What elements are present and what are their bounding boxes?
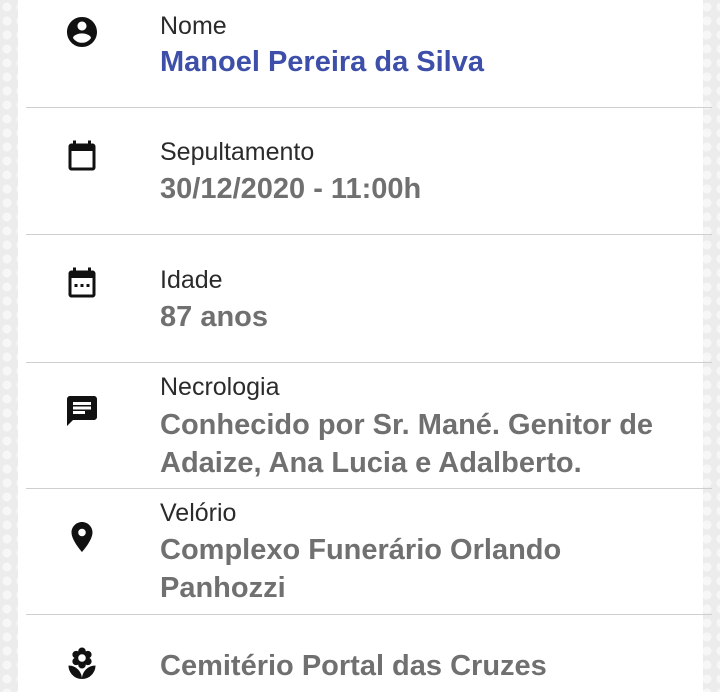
location-pin-icon <box>64 519 100 555</box>
calendar-dots-icon <box>64 266 100 302</box>
obituary-card: Nome Manoel Pereira da Silva Sepultament… <box>18 0 712 692</box>
sepultamento-label: Sepultamento <box>160 138 315 166</box>
idade-label: Idade <box>160 266 223 294</box>
flower-icon <box>64 646 100 682</box>
cemiterio-value: Cemitério Portal das Cruzes <box>160 650 547 682</box>
row-cemiterio: Cemitério Portal das Cruzes <box>26 615 712 692</box>
row-idade: Idade 87 anos <box>26 235 712 363</box>
row-necrologia: Necrologia Conhecido por Sr. Mané. Genit… <box>26 363 712 489</box>
account-circle-icon <box>64 14 100 50</box>
idade-value: 87 anos <box>160 301 268 333</box>
calendar-icon <box>64 139 100 175</box>
nome-value: Manoel Pereira da Silva <box>160 46 484 78</box>
row-sepultamento: Sepultamento 30/12/2020 - 11:00h <box>26 108 712 235</box>
nome-label: Nome <box>160 12 227 40</box>
necrologia-label: Necrologia <box>160 373 280 401</box>
row-nome: Nome Manoel Pereira da Silva <box>26 0 712 108</box>
row-velorio: Velório Complexo Funerário Orlando Panho… <box>26 489 712 615</box>
velorio-value: Complexo Funerário Orlando Panhozzi <box>160 534 562 604</box>
necrologia-value: Conhecido por Sr. Mané. Genitor de Adaiz… <box>160 409 654 479</box>
message-icon <box>64 393 100 429</box>
velorio-label: Velório <box>160 499 237 527</box>
sepultamento-value: 30/12/2020 - 11:00h <box>160 173 422 205</box>
